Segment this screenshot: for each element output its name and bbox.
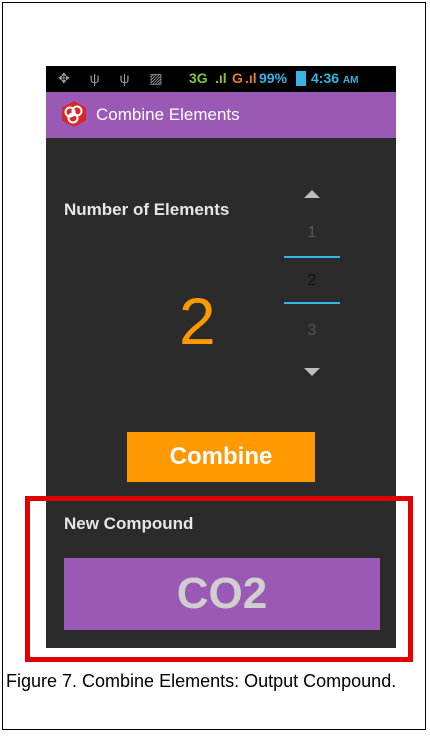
clock: 4:36 AM (311, 70, 358, 86)
action-bar: Combine Elements (46, 92, 396, 138)
combine-button[interactable]: Combine (127, 432, 315, 482)
figure-caption: Figure 7. Combine Elements: Output Compo… (6, 671, 397, 691)
network-type-g: G (232, 70, 243, 86)
battery-icon (296, 71, 306, 86)
app-logo-icon[interactable] (60, 100, 88, 128)
picker-divider-bottom (284, 302, 340, 304)
signal-bars-icon: .ıl (215, 70, 227, 86)
clock-ampm: AM (342, 75, 359, 86)
number-picker[interactable]: 1 2 3 (282, 190, 342, 380)
highlight-box (25, 496, 413, 662)
picker-up-arrow-icon[interactable] (304, 190, 320, 198)
picker-down-arrow-icon[interactable] (304, 368, 320, 376)
picker-divider-top (284, 256, 340, 258)
picker-next-value[interactable]: 3 (282, 322, 342, 340)
element-count-display: 2 (179, 284, 216, 358)
status-bar: ✥ ψ ψ ▨ 3G .ıl G .ıl 99% 4:36 AM (46, 66, 396, 92)
signal-bars-2-icon: .ıl (245, 70, 257, 86)
clock-time: 4:36 (311, 70, 340, 86)
app-title: Combine Elements (96, 105, 240, 124)
battery-percent: 99% (259, 70, 288, 86)
picker-prev-value[interactable]: 1 (282, 224, 342, 242)
picker-selected-value[interactable]: 2 (282, 272, 342, 290)
network-type-3g: 3G (189, 70, 208, 86)
notification-icons: ✥ ψ ψ ▨ (58, 70, 171, 86)
number-of-elements-label: Number of Elements (64, 200, 230, 219)
